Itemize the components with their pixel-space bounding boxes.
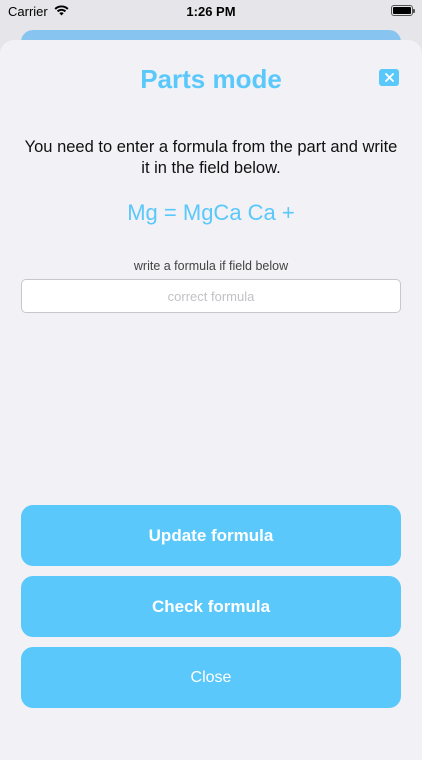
status-time: 1:26 PM bbox=[186, 4, 236, 19]
parts-mode-sheet: Parts mode You need to enter a formula f… bbox=[0, 40, 422, 760]
input-hint: write a formula if field below bbox=[133, 259, 289, 273]
close-x-button[interactable] bbox=[379, 69, 399, 86]
update-formula-button[interactable]: Update formula bbox=[21, 505, 401, 566]
battery-level bbox=[393, 7, 411, 14]
close-button[interactable]: Close bbox=[21, 647, 401, 708]
formula-input[interactable] bbox=[21, 279, 401, 313]
check-formula-button[interactable]: Check formula bbox=[21, 576, 401, 637]
status-bar: Carrier 1:26 PM bbox=[0, 0, 422, 24]
page-title: Parts mode bbox=[140, 64, 282, 94]
instruction-text: You need to enter a formula from the par… bbox=[24, 138, 398, 177]
close-icon bbox=[384, 70, 394, 85]
formula-display: Mg = MgCa Ca + bbox=[127, 200, 295, 225]
battery-icon bbox=[391, 5, 415, 16]
